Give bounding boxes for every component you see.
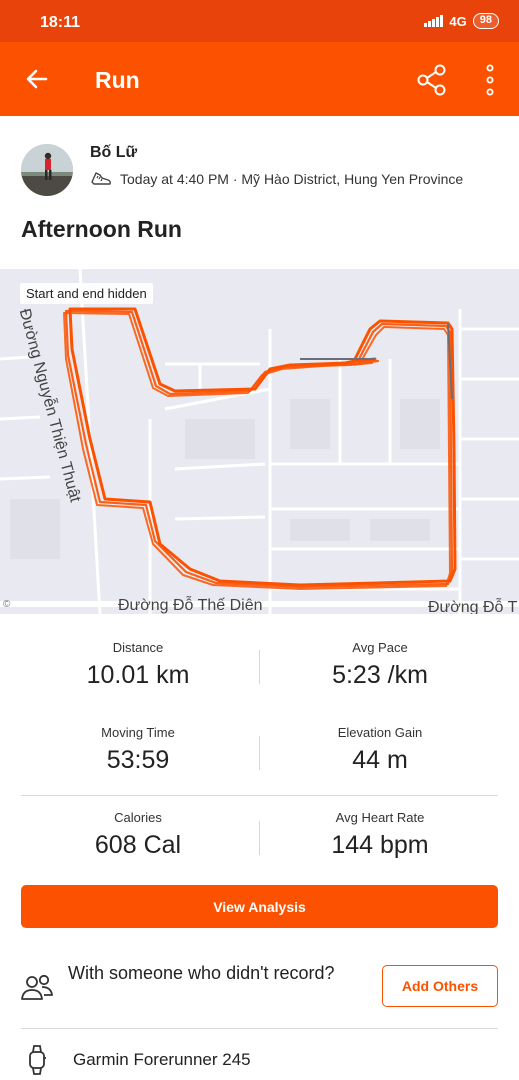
shoe-icon [91,172,111,185]
divider [21,795,498,796]
route-map[interactable]: Start and end hidden Đường Nguyễn Thiện … [0,269,519,614]
network-label: 4G [449,13,467,29]
activity-title: Afternoon Run [21,216,182,242]
stat-value: 5:23 /km [332,661,428,689]
status-time: 18:11 [40,14,81,31]
divider [259,650,260,684]
signal-icon [424,15,444,27]
stat-label: Distance [112,640,164,655]
stat-label: Elevation Gain [337,725,423,740]
stat-elevation-gain: Elevation Gain 44 m [260,725,500,775]
stat-label: Calories [114,810,162,825]
more-options-icon[interactable] [478,62,502,98]
add-others-button[interactable]: Add Others [382,965,498,1007]
people-icon [21,974,53,1000]
stat-label: Moving Time [101,725,175,740]
app-bar: Run [0,42,519,116]
view-analysis-button[interactable]: View Analysis [21,885,498,928]
stat-calories: Calories 608 Cal [18,810,258,860]
athlete-name[interactable]: Bố Lữ [90,144,137,162]
map-attribution-icon[interactable]: © [3,599,10,610]
status-indicators: 4G 98 [424,13,499,29]
stat-value: 53:59 [106,746,170,774]
stat-value: 44 m [352,746,408,774]
street-label-bottom: Đường Đỗ Thế Diên [118,597,263,614]
share-icon[interactable] [414,62,450,98]
back-arrow-icon[interactable] [22,64,52,94]
street-label-bottom-right: Đường Đỗ T [428,599,518,614]
avatar[interactable] [21,144,73,196]
activity-meta: Today at 4:40 PM · Mỹ Hào District, Hung… [90,170,463,188]
with-someone-text: With someone who didn't record? [68,963,335,983]
battery-icon: 98 [472,13,499,29]
stat-avg-heart-rate: Avg Heart Rate 144 bpm [260,810,500,860]
stat-value: 10.01 km [86,661,190,689]
stat-moving-time: Moving Time 53:59 [18,725,258,775]
page-title: Run [95,67,140,93]
divider [259,821,260,855]
stat-avg-pace: Avg Pace 5:23 /km [260,640,500,690]
with-someone-row: With someone who didn't record? Add Othe… [0,955,519,1021]
divider [259,736,260,770]
device-row: Garmin Forerunner 245 [0,1040,519,1080]
athlete-header: Bố Lữ Today at 4:40 PM · Mỹ Hào District… [0,140,519,200]
watch-icon [29,1045,46,1075]
stat-value: 608 Cal [94,831,182,859]
stat-label: Avg Heart Rate [335,810,425,825]
stat-value: 144 bpm [331,831,429,859]
device-name: Garmin Forerunner 245 [73,1050,251,1069]
stat-distance: Distance 10.01 km [18,640,258,690]
divider [21,1028,498,1029]
map-canvas [0,269,519,614]
stat-label: Avg Pace [352,640,408,655]
map-privacy-badge: Start and end hidden [20,283,153,304]
activity-meta-text: Today at 4:40 PM · Mỹ Hào District, Hung… [120,171,464,187]
status-bar: 18:11 4G 98 [0,0,519,42]
